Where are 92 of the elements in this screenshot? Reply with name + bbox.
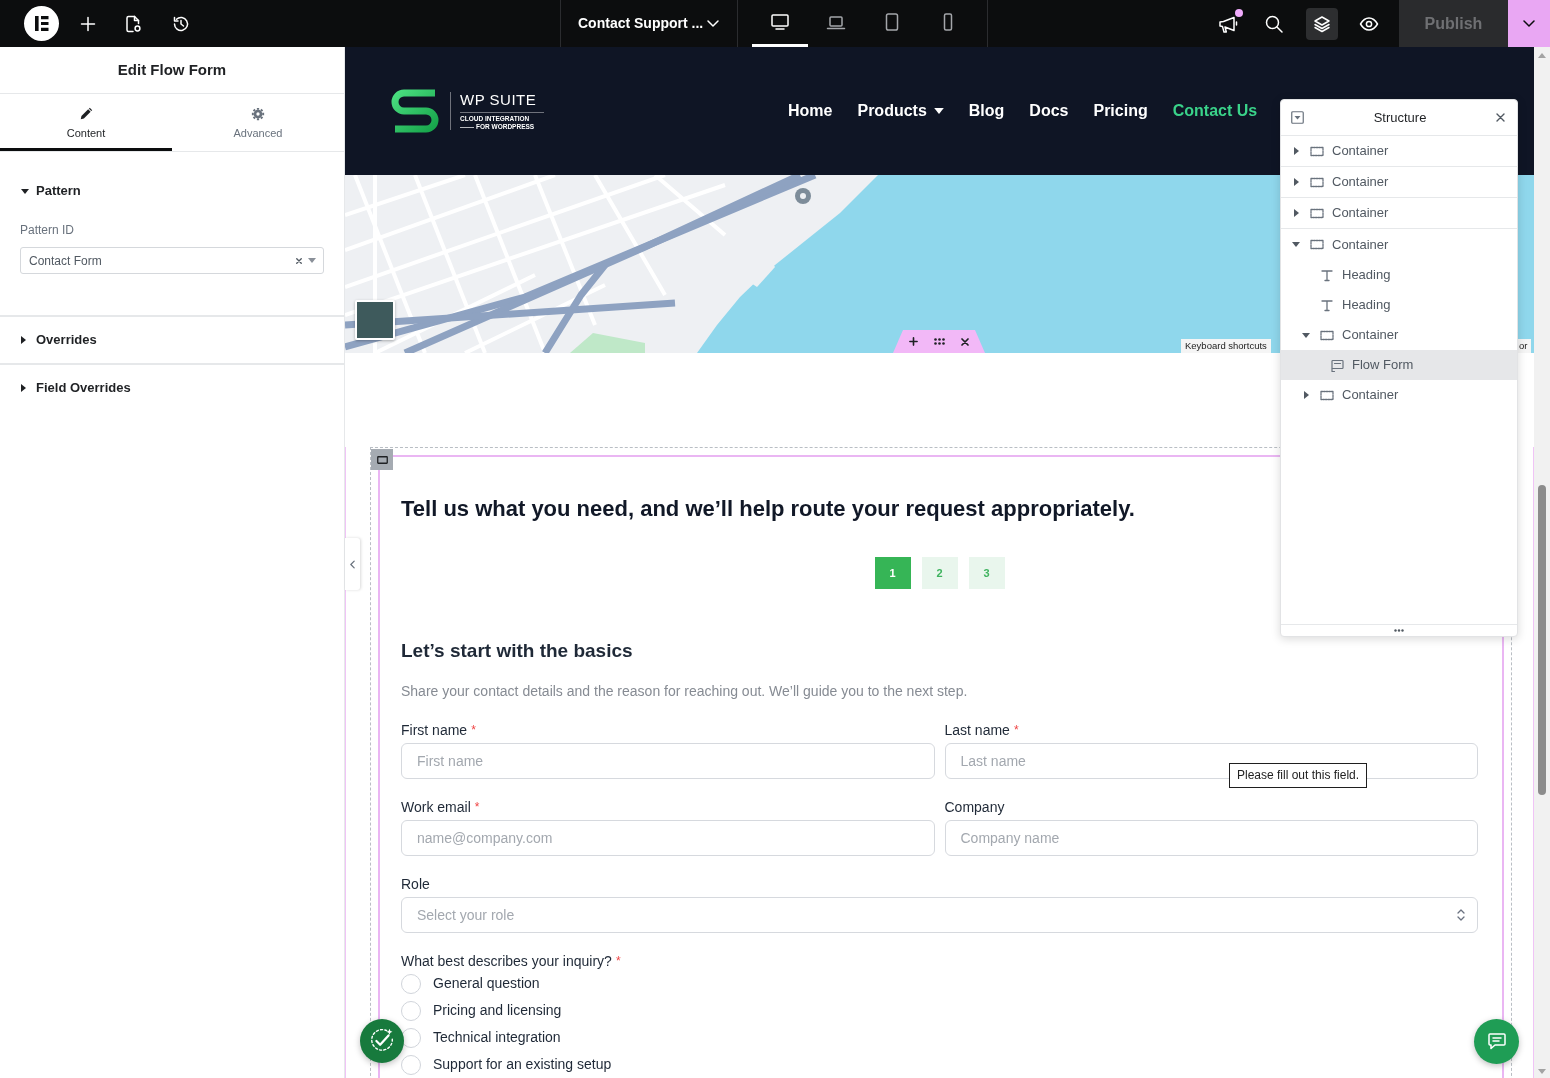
tree-item[interactable]: Container [1281,380,1517,410]
tree-item[interactable]: Container [1281,229,1517,260]
logo-text: WP SUITE [460,91,538,109]
tree-item[interactable]: Heading [1281,290,1517,320]
letter-t-icon [1320,298,1334,312]
caret-down-icon[interactable] [1302,332,1310,338]
laptop-icon [826,13,846,31]
field-label: What best describes your inquiry? [401,951,612,971]
panel-heading: Structure [1372,108,1428,127]
dashed-box-icon [1310,206,1324,220]
form-description: Share your contact details and the reason for reaching out. We’ll guide you to the next step. [401,682,969,701]
field-label: First name [401,720,468,740]
section-title: Let’s start with the basics [401,639,634,663]
nav-link[interactable]: Blog [968,99,1005,123]
drag-dots-icon[interactable] [934,338,945,345]
section-header[interactable]: Field Overrides [0,365,344,411]
desktop-icon [770,13,790,31]
text-field[interactable]: name@company.com [401,820,935,856]
close-icon[interactable] [1496,113,1505,122]
nav-link[interactable]: Products [857,99,944,123]
required-mark: * [615,953,621,970]
nav-link[interactable]: Docs [1029,99,1069,123]
radio-button[interactable] [401,1027,421,1048]
container-handle[interactable] [371,449,393,470]
close-icon[interactable] [961,337,969,346]
caret-right-icon[interactable] [1294,209,1299,217]
window-icon [1330,358,1344,372]
option-label: General question [433,974,540,993]
option-label: Pricing and licensing [433,1001,562,1020]
gear-icon [251,107,265,121]
text-field[interactable]: Company name [944,820,1478,856]
caret-right-icon[interactable] [1304,391,1309,399]
text-field[interactable]: First name [401,743,935,779]
nav-link[interactable]: Pricing [1093,99,1148,123]
dashed-box-icon [1310,175,1324,189]
dashed-box-icon [1320,328,1334,342]
required-mark: * [474,799,480,816]
chevron-left-icon [350,559,355,569]
panel-tab[interactable]: Content [0,94,172,151]
radio-button[interactable] [401,973,421,994]
rectangle-icon [376,455,388,464]
field-label: Last name [944,720,1010,740]
chat-bubble-icon [1486,1032,1507,1051]
map-type-toggle[interactable] [355,300,395,340]
up-down-chevron-icon [1457,909,1465,921]
letter-t-icon [1320,268,1334,282]
history-icon[interactable] [172,14,190,33]
field-label: Work email [401,797,471,817]
square-caret-icon[interactable] [1291,111,1304,124]
tree-item[interactable]: Container [1281,167,1517,198]
search-icon[interactable] [1264,13,1284,34]
resize-dots-icon[interactable] [1394,629,1404,632]
document-gear-icon[interactable] [125,14,142,33]
section-header[interactable]: Overrides [0,317,344,363]
field-label: Company [944,797,1005,817]
panel-title: Edit Flow Form [117,59,227,80]
required-mark: * [471,722,476,739]
tooltip: Please fill out this field. [1229,763,1368,788]
tree-item[interactable]: Container [1281,136,1517,167]
dashed-box-icon [1310,144,1324,158]
radio-button[interactable] [401,1000,421,1021]
scrollbar-thumb[interactable] [1538,485,1546,795]
section-header[interactable]: Pattern [0,180,344,202]
select-field[interactable]: Contact Form [20,247,324,274]
layers-icon [1313,14,1331,33]
site-logo-icon [391,88,439,134]
clear-icon[interactable] [296,257,302,264]
caret-right-icon[interactable] [1294,147,1299,155]
dashed-box-icon [1310,238,1324,251]
field-label: Role [401,874,430,894]
tree-item[interactable]: Heading [1281,260,1517,290]
tree-item[interactable]: Container [1281,198,1517,229]
option-label: Support for an existing setup [433,1055,612,1074]
keyboard-shortcuts-link[interactable]: Keyboard shortcuts [1181,339,1271,353]
field-label: Pattern ID [19,222,76,238]
form-heading: Tell us what you need, and we’ll help route your request appropriately. [401,495,1136,523]
required-mark: * [1013,722,1019,739]
dashed-box-icon [1320,388,1334,402]
radio-button[interactable] [401,1054,421,1075]
app-logo-icon[interactable] [24,6,59,41]
panel-tab[interactable]: Advanced [172,94,344,151]
tree-item[interactable]: Flow Form [1281,350,1517,380]
structure-button[interactable] [1306,7,1338,40]
nav-link[interactable]: Contact Us [1172,99,1258,123]
tree-item[interactable]: Container [1281,320,1517,350]
pencil-icon [79,107,93,121]
caret-down-icon [308,258,316,263]
plus-icon[interactable] [909,337,918,346]
caret-down-icon[interactable] [1292,242,1300,247]
nav-link[interactable]: Home [788,99,833,123]
option-label: Technical integration [433,1028,561,1047]
caret-right-icon[interactable] [1294,178,1299,186]
